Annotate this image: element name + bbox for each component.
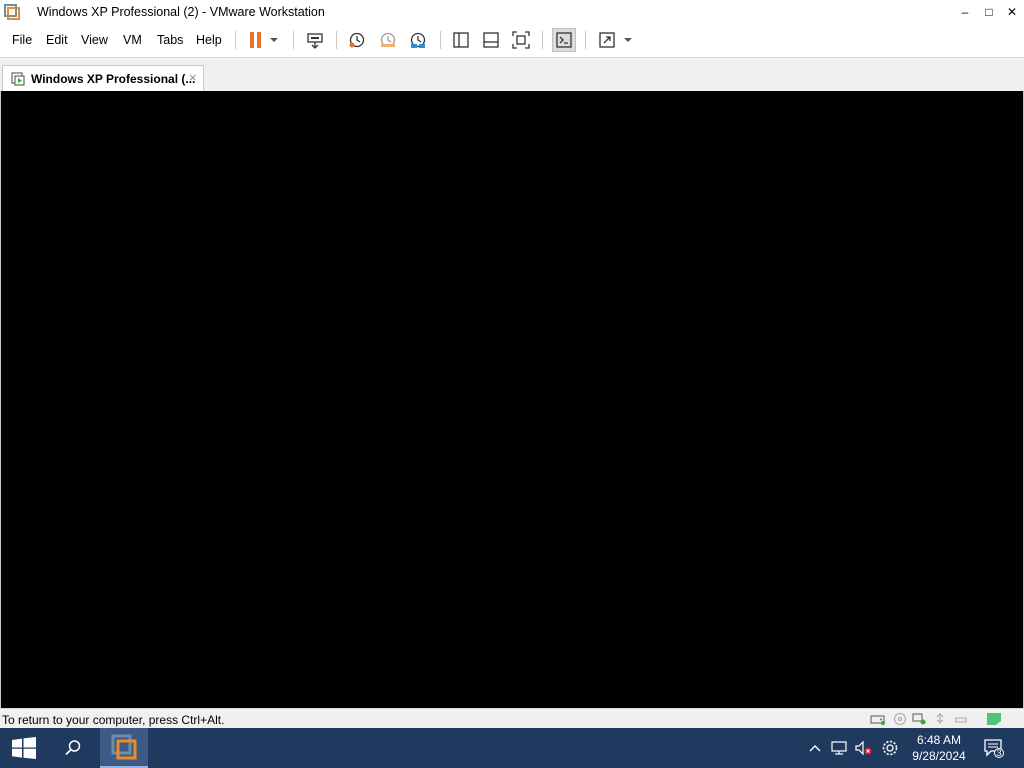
console-view-button[interactable] [552,28,576,52]
pause-icon [250,32,261,48]
clock-time: 6:48 AM [916,733,962,747]
take-snapshot-button[interactable] [346,29,368,51]
search-icon [65,740,81,756]
show-library-icon [453,32,469,48]
search-button[interactable] [48,728,98,768]
close-button[interactable]: ✕ [1000,0,1024,24]
taskbar-clock[interactable]: 6:48 AM 9/28/2024 [904,732,974,764]
fit-guest-icon [512,31,530,49]
snapshot-manager-icon [410,32,426,48]
pause-button[interactable] [245,29,267,51]
toolbar-separator [235,31,236,49]
network-icon [831,741,847,755]
volume-muted-icon [855,740,872,756]
sound-card-icon[interactable] [954,712,970,726]
maximize-button[interactable]: □ [977,0,1001,24]
tab-close-button[interactable]: × [189,70,197,85]
toolbar-separator [336,31,337,49]
fit-guest-button[interactable] [510,29,532,51]
message-log-icon[interactable] [986,712,1002,726]
chevron-up-icon [809,745,821,752]
dropdown-arrow-icon [270,38,278,42]
full-screen-button[interactable] [596,29,618,51]
vm-console-display[interactable] [0,91,1024,708]
windows-taskbar: 6:48 AM 9/28/2024 3 [0,728,1024,768]
toolbar-separator [293,31,294,49]
show-thumbnail-bar-icon [483,32,499,48]
show-library-button[interactable] [450,29,472,51]
menu-file[interactable]: File [12,33,32,47]
send-ctrl-alt-del-icon [307,33,323,49]
status-bar: To return to your computer, press Ctrl+A… [0,708,1024,728]
show-hidden-icons-button[interactable] [806,740,824,756]
show-thumbnail-bar-button[interactable] [480,29,502,51]
toolbar-separator [440,31,441,49]
notification-count-badge: 3 [996,748,1002,758]
menu-vm[interactable]: VM [123,33,142,47]
vmware-app-icon [4,4,20,20]
menu-tabs[interactable]: Tabs [157,33,183,47]
snapshot-take-icon [349,32,365,48]
snapshot-revert-icon [380,32,396,48]
menu-edit[interactable]: Edit [46,33,68,47]
start-icon [12,737,36,759]
dropdown-arrow-icon [624,38,632,42]
vmware-window: Windows XP Professional (2) - VMware Wor… [0,0,1024,728]
full-screen-icon [599,32,615,48]
status-message: To return to your computer, press Ctrl+A… [2,713,225,727]
send-ctrl-alt-del-button[interactable] [304,29,326,51]
volume-tray-button[interactable] [854,740,872,756]
clock-date: 9/28/2024 [912,749,966,763]
start-button[interactable] [0,728,48,768]
title-bar[interactable]: Windows XP Professional (2) - VMware Wor… [0,0,1024,24]
usb-icon[interactable] [932,712,948,726]
tab-windows-xp-professional[interactable]: Windows XP Professional (... × [2,65,204,92]
toolbar-separator [585,31,586,49]
hard-disk-icon[interactable] [870,712,886,726]
taskbar-app-vmware[interactable] [100,728,148,768]
snapshot-manager-button[interactable] [407,29,429,51]
network-tray-button[interactable] [830,740,848,756]
vmware-workstation-icon [111,734,137,760]
vm-tab-strip: Windows XP Professional (... × [0,57,1024,92]
toolbar-separator [542,31,543,49]
power-dropdown[interactable] [266,29,282,51]
action-center-button[interactable]: 3 [982,739,1006,758]
vm-running-icon [11,72,25,86]
settings-tray-button[interactable] [881,740,899,756]
console-view-icon [556,32,572,48]
minimize-button[interactable]: – [953,0,977,24]
full-screen-dropdown[interactable] [620,29,636,51]
menu-help[interactable]: Help [196,33,222,47]
menu-view[interactable]: View [81,33,108,47]
tab-label: Windows XP Professional (... [31,72,196,86]
cd-dvd-icon[interactable] [892,712,908,726]
network-adapter-icon[interactable] [911,712,927,726]
revert-snapshot-button[interactable] [377,29,399,51]
window-title: Windows XP Professional (2) - VMware Wor… [37,5,325,19]
gear-icon [882,740,898,756]
